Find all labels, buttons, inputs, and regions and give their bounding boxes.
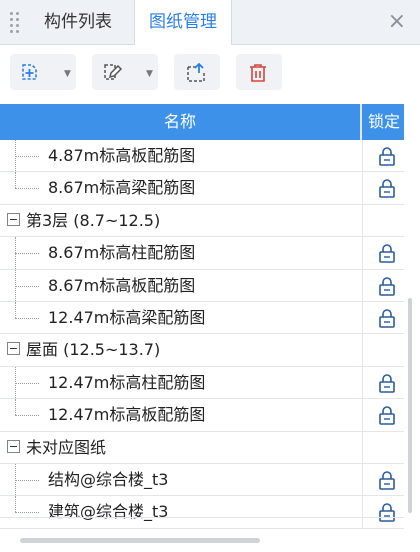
export-sheet-icon [187,62,205,82]
table-row[interactable]: 8.67m标高柱配筋图 [0,237,404,270]
tree-group-row[interactable]: 未对应图纸 [0,431,404,464]
table-row[interactable]: 12.47m标高柱配筋图 [0,366,404,400]
lock-icon[interactable] [376,373,398,397]
lock-icon[interactable] [376,308,398,332]
add-sheet-icon [22,64,37,80]
delete-icon [250,64,266,82]
drawing-label: 8.67m标高板配筋图 [48,275,196,295]
drawing-label: 12.47m标高板配筋图 [48,405,206,425]
lock-icon[interactable] [376,178,398,202]
table-row[interactable]: 4.87m标高板配筋图 [0,140,404,173]
chevron-down-icon[interactable]: ▼ [64,69,71,79]
table-body: 4.87m标高板配筋图 8.67m标高梁配筋图第3层 (8.7~12.5) 8.67… [0,140,404,529]
table-row[interactable]: 8.67m标高板配筋图 [0,269,404,302]
collapse-toggle-icon[interactable] [7,439,20,453]
drawing-label: 结构@综合楼_t3 [48,469,169,489]
lock-icon[interactable] [376,502,398,526]
table-row[interactable]: 结构@综合楼_t3 [0,463,404,497]
collapse-toggle-icon[interactable] [7,342,20,356]
collapse-toggle-icon[interactable] [7,212,20,226]
chevron-down-icon[interactable]: ▼ [146,69,153,79]
horizontal-scrollbar[interactable] [20,538,260,543]
group-label: 第3层 (8.7~12.5) [26,210,161,230]
table-row[interactable]: 建筑@综合楼_t3 [0,496,404,529]
table-header: 名称 锁定 [0,104,404,140]
drawing-table: 名称 锁定 4.87m标高板配筋图 8.67m标高梁配筋图第3层 (8.7~12.… [0,104,404,529]
column-header-lock[interactable]: 锁定 [362,104,404,140]
tab-drawing-management[interactable]: 图纸管理 [134,0,232,45]
lock-icon[interactable] [376,243,398,267]
edit-sheet-button[interactable]: ▼ [92,54,158,90]
table-row[interactable]: 12.47m标高板配筋图 [0,399,404,432]
table-row[interactable]: 12.47m标高梁配筋图 [0,301,404,335]
group-label: 屋面 (12.5~13.7) [26,340,161,360]
lock-icon[interactable] [376,276,398,300]
tree-group-row[interactable]: 屋面 (12.5~13.7) [0,334,404,367]
drawing-label: 4.87m标高板配筋图 [48,146,196,165]
table-row[interactable]: 8.67m标高梁配筋图 [0,172,404,205]
lock-icon[interactable] [376,470,398,494]
drawing-label: 8.67m标高柱配筋图 [48,243,196,263]
drawing-label: 建筑@综合楼_t3 [48,502,169,522]
export-sheet-button[interactable] [174,54,220,90]
add-sheet-button[interactable]: ▼ [10,54,76,90]
edit-sheet-icon [104,64,123,80]
drag-grip-icon[interactable] [10,12,24,33]
delete-button[interactable] [236,54,282,90]
lock-icon[interactable] [376,146,398,170]
drawing-label: 12.47m标高梁配筋图 [48,307,206,327]
drawing-label: 12.47m标高柱配筋图 [48,372,206,392]
panel-tab-bar: 构件列表 图纸管理 × [0,0,420,45]
toolbar: ▼ ▼ [0,45,420,101]
tab-component-list[interactable]: 构件列表 [30,0,126,44]
tree-group-row[interactable]: 第3层 (8.7~12.5) [0,204,404,238]
column-header-name[interactable]: 名称 [0,104,360,140]
drawing-label: 8.67m标高梁配筋图 [48,178,196,198]
lock-icon[interactable] [376,405,398,429]
vertical-scrollbar[interactable] [408,298,412,513]
group-label: 未对应图纸 [26,437,107,457]
close-icon[interactable]: × [388,9,406,35]
